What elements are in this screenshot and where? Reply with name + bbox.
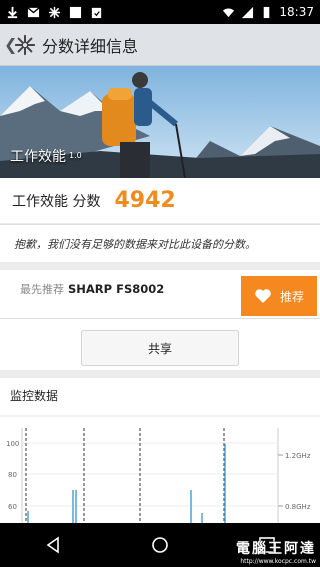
monitoring-title: 监控数据 (10, 389, 59, 403)
y-tick-100: 100 (6, 440, 19, 448)
status-bar: 18:37 (0, 0, 320, 24)
share-button[interactable]: 共享 (81, 330, 239, 366)
hero-version: 1.0 (69, 151, 82, 160)
y-tick-80: 80 (8, 471, 17, 479)
back-nav-icon[interactable] (43, 535, 63, 555)
status-time: 18:37 (279, 5, 314, 19)
battery-icon (264, 6, 270, 18)
score-card: 工作效能 分数 4942 (0, 178, 320, 223)
y-tick-60: 60 (8, 503, 17, 511)
page-title: 分数详细信息 (42, 36, 139, 56)
recommend-button-label: 推荐 (279, 289, 304, 304)
snowflake-icon (48, 6, 61, 18)
share-card: 共享 (0, 318, 320, 370)
signal-icon (242, 6, 254, 18)
hero-banner: 工作效能 1.0 (0, 66, 320, 178)
score-label: 工作效能 分数 (12, 193, 101, 210)
notice-card: 抱歉，我们没有足够的数据来对比此设备的分数。 (0, 224, 320, 262)
home-nav-icon[interactable] (150, 535, 170, 555)
right-tick-1.2ghz: 1.2GHz (285, 452, 311, 460)
recommendation-device: SHARP FS8002 (68, 282, 165, 296)
recommendation-card: 最先推荐 SHARP FS8002 推荐 (0, 270, 320, 318)
monitoring-chart: 100 80 60 1.2GHz 0.8GHz (0, 415, 320, 523)
notice-text: 抱歉，我们没有足够的数据来对比此设备的分数。 (14, 237, 256, 251)
hero-label: 工作效能 1.0 (10, 146, 82, 166)
watermark: 電腦王阿達 http://www.kocpc.com.tw (236, 538, 316, 565)
recommend-button[interactable]: 推荐 (241, 276, 317, 316)
app-bar: ❮ 分数详细信息 (0, 24, 320, 66)
back-icon[interactable]: ❮ (4, 35, 17, 54)
monitoring-card: 监控数据 100 80 60 1.2GHz 0.8GHz (0, 378, 320, 523)
recommendation-prefix: 最先推荐 (20, 283, 64, 296)
score-value: 4942 (114, 188, 176, 213)
gmail-icon (27, 6, 40, 17)
watermark-url: http://www.kocpc.com.tw (240, 558, 316, 565)
app-logo-icon (14, 34, 36, 55)
wifi-icon (223, 8, 235, 17)
right-tick-0.8ghz: 0.8GHz (285, 503, 311, 511)
recommendation-line: 最先推荐 SHARP FS8002 (20, 281, 164, 297)
hero-label-text: 工作效能 (10, 149, 66, 165)
heart-icon (255, 289, 271, 303)
download-icon (7, 6, 18, 18)
image-icon (69, 6, 82, 18)
clipboard-icon (91, 7, 102, 18)
watermark-title: 電腦王阿達 (236, 541, 316, 557)
